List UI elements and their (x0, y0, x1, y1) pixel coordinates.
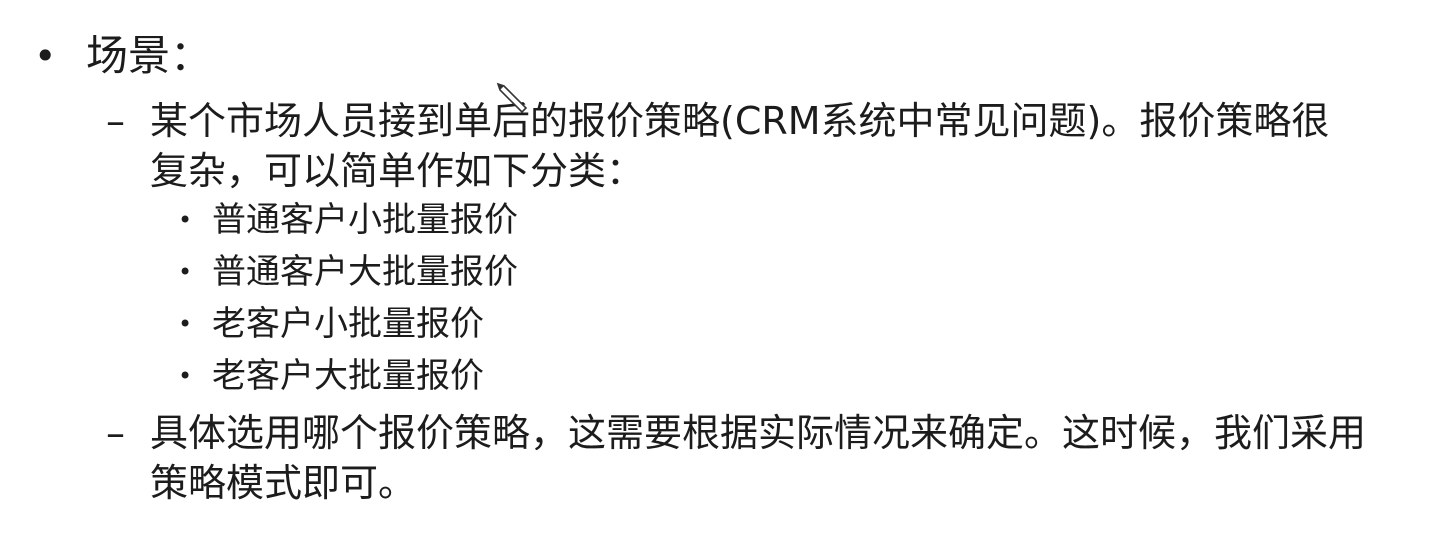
sub-bullet: • (178, 362, 193, 390)
pen-cursor-icon (496, 82, 530, 120)
sub-list-text: 老客户小批量报价 (212, 304, 484, 344)
slide: • 场景： – 某个市场人员接到单后的报价策略(CRM系统中常见问题)。报价策略… (0, 0, 1434, 533)
point-item: – 某个市场人员接到单后的报价策略(CRM系统中常见问题)。报价策略很复杂，可以… (106, 96, 1366, 196)
sub-bullet: • (178, 310, 193, 338)
point-item: – 具体选用哪个报价策略，这需要根据实际情况来确定。这时候，我们采用策略模式即可… (106, 408, 1366, 508)
sub-list-item: • 普通客户大批量报价 (178, 246, 518, 298)
sub-list-item: • 老客户大批量报价 (178, 350, 484, 402)
heading-text: 场景： (86, 31, 213, 80)
heading-bullet: • (34, 34, 57, 78)
point-text: 具体选用哪个报价策略，这需要根据实际情况来确定。这时候，我们采用策略模式即可。 (150, 411, 1367, 505)
sub-bullet: • (178, 206, 193, 234)
sub-bullet: • (178, 258, 193, 286)
sub-list-text: 普通客户小批量报价 (212, 200, 518, 240)
sub-list-item: • 老客户小批量报价 (178, 298, 484, 350)
sub-list-text: 普通客户大批量报价 (212, 252, 518, 292)
point-dash: – (106, 99, 125, 143)
point-dash: – (106, 411, 125, 455)
point-text: 某个市场人员接到单后的报价策略(CRM系统中常见问题)。报价策略很复杂，可以简单… (150, 99, 1330, 193)
heading-item: • 场景： (34, 28, 212, 84)
sub-list-text: 老客户大批量报价 (212, 356, 484, 396)
sub-list-item: • 普通客户小批量报价 (178, 194, 518, 246)
